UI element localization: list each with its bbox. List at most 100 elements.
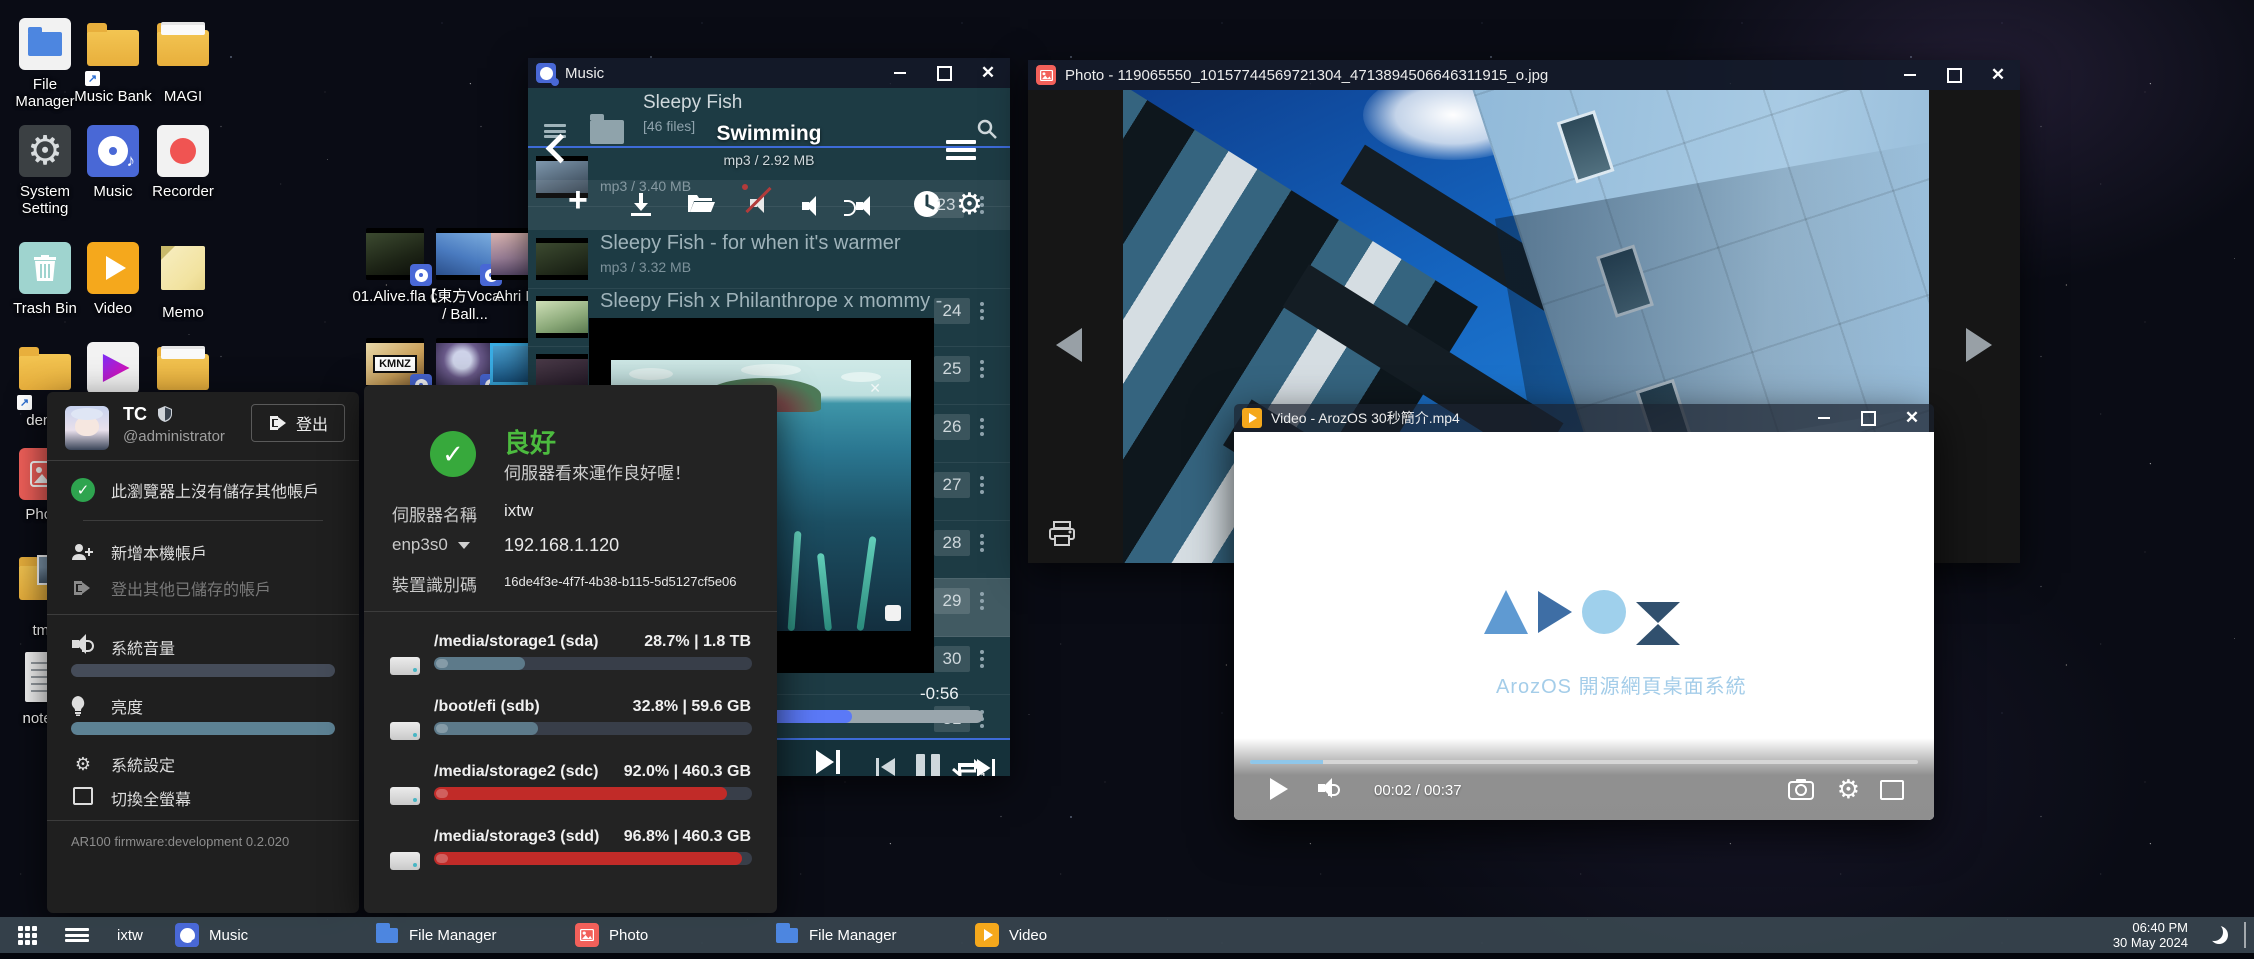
next-photo-arrow[interactable] (1966, 328, 1992, 362)
video-window-titlebar[interactable]: Video - ArozOS 30秒簡介.mp4 ✕ (1234, 404, 1934, 432)
file-manager-icon (375, 923, 399, 947)
ip-address: 192.168.1.120 (504, 535, 619, 556)
close-button[interactable]: ✕ (966, 58, 1010, 88)
person-plus-icon (71, 543, 95, 561)
photo-app-icon (1036, 65, 1056, 85)
task-file-manager-2[interactable]: File Manager (775, 917, 897, 953)
pause-icon[interactable] (916, 754, 940, 776)
bird-glyph: ✕ (869, 380, 881, 397)
night-mode-moon-icon[interactable] (2210, 926, 2228, 944)
skip-next2-icon[interactable] (977, 759, 995, 776)
device-id-value: 16de4f3e-4f7f-4b38-b115-5d5127cf5e06 (504, 574, 737, 589)
task-file-manager-1[interactable]: File Manager (375, 917, 497, 953)
server-status-panel: ✓ 良好 伺服器看來運作良好喔！ 伺服器名稱 ixtw enp3s0 192.1… (364, 385, 777, 913)
video-settings-gear-icon[interactable]: ⚙ (1837, 774, 1860, 805)
add-local-account[interactable]: 新增本機帳戶 (71, 540, 207, 564)
chevron-down-icon (458, 542, 470, 549)
music-app-icon (175, 923, 199, 947)
desktop: File Manager ↗ Music Bank MAGI ⚙ System … (0, 0, 2254, 959)
track-number-chip: 28 (934, 530, 970, 556)
logout-button[interactable]: 登出 (251, 404, 345, 442)
device-id-label: 裝置識別碼 (392, 571, 477, 596)
open-folder-icon[interactable] (686, 191, 716, 215)
volume-slider[interactable] (71, 664, 335, 677)
fullscreen-icon[interactable] (1880, 780, 1904, 800)
minimize-button[interactable] (1802, 404, 1846, 433)
row-menu-icon[interactable] (980, 476, 984, 494)
maximize-button[interactable] (922, 58, 966, 88)
video-controls: 00:02 / 00:37 ⚙ (1234, 738, 1934, 820)
row-menu-icon[interactable] (980, 418, 984, 436)
music-app-icon: ♪ (87, 125, 139, 177)
system-settings-item[interactable]: ⚙ 系統設定 (71, 752, 175, 776)
track-number-chip: 24 (934, 298, 970, 324)
video-app-icon (975, 923, 999, 947)
user-name: TC (123, 404, 172, 425)
speaker-icon (71, 634, 95, 659)
settings-gear-icon[interactable]: ⚙ (956, 187, 983, 222)
add-icon[interactable]: + (568, 181, 588, 220)
now-playing-meta: mp3 / 2.92 MB (528, 152, 1010, 168)
row-menu-icon[interactable] (980, 360, 984, 378)
task-video[interactable]: Video (975, 917, 1047, 953)
taskbar-menu-icon[interactable] (65, 928, 89, 942)
track-row[interactable]: Sleepy Fish - for when it's warmer mp3 /… (528, 230, 1010, 289)
maximize-button[interactable] (1932, 60, 1976, 90)
play-icon[interactable] (1270, 778, 1288, 800)
row-menu-icon[interactable] (980, 196, 984, 214)
shortcut-arrow-icon: ↗ (85, 71, 100, 86)
volume-icon[interactable] (1318, 778, 1340, 798)
bottom-strip (0, 953, 2254, 959)
video-time: 00:02 / 00:37 (1374, 782, 1462, 799)
row-menu-icon[interactable] (980, 592, 984, 610)
video-canvas[interactable]: ArozOS 開源網頁桌面系統 00:02 / 00:37 ⚙ (1234, 432, 1934, 820)
row-menu-icon[interactable] (980, 650, 984, 668)
music-window-titlebar[interactable]: Music ✕ (528, 58, 1010, 88)
logout-icon (268, 415, 286, 431)
minimize-button[interactable] (1888, 60, 1932, 90)
track-number-chip: 25 (934, 356, 970, 382)
photo-window-titlebar[interactable]: Photo - 119065550_10157744569721304_4713… (1028, 60, 2020, 90)
user-panel: TC @administrator 登出 ✓ 此瀏覽器上沒有儲存其他帳戶 新增本… (47, 392, 359, 913)
time-remaining: -0:56 (920, 684, 959, 704)
task-music[interactable]: Music (175, 917, 248, 953)
harddrive-icon (390, 657, 420, 675)
logout-saved-accounts[interactable]: 登出其他已儲存的帳戶 (71, 576, 271, 600)
track-number-chip: 29 (934, 588, 970, 614)
check-circle-icon: ✓ (71, 478, 95, 502)
user-avatar[interactable] (65, 406, 109, 450)
icon-label: MAGI (140, 88, 226, 105)
print-icon[interactable] (1048, 521, 1076, 547)
skip-previous-icon[interactable] (876, 758, 895, 776)
video-progress-bar[interactable] (1250, 760, 1918, 764)
bulb-icon (71, 696, 95, 716)
shield-icon (158, 406, 172, 422)
task-photo[interactable]: Photo (575, 917, 648, 953)
track-number-chip: 30 (934, 646, 970, 672)
video-app-icon (1242, 408, 1262, 428)
skip-next-icon[interactable] (816, 750, 840, 774)
window-title: Photo - 119065550_10157744569721304_4713… (1065, 67, 1548, 84)
minimize-button[interactable] (878, 58, 922, 88)
hostname: ixtw (117, 927, 143, 944)
close-button[interactable]: ✕ (1976, 60, 2020, 90)
row-menu-icon[interactable] (980, 302, 984, 320)
status-ok-icon: ✓ (430, 431, 476, 477)
previous-photo-arrow[interactable] (1056, 328, 1082, 362)
media-play-icon (87, 342, 139, 394)
maximize-button[interactable] (1846, 404, 1890, 433)
brightness-slider[interactable] (71, 722, 335, 735)
player-menu-icon[interactable] (946, 140, 976, 160)
snapshot-camera-icon[interactable] (1788, 778, 1814, 800)
interface-select[interactable]: enp3s0 (392, 535, 470, 555)
row-menu-icon[interactable] (980, 534, 984, 552)
desktop-icon-recorder[interactable]: Recorder (140, 125, 226, 200)
toggle-fullscreen-item[interactable]: 切換全螢幕 (71, 786, 191, 810)
clock[interactable]: 06:40 PM 30 May 2024 (2113, 917, 2188, 953)
desktop-icon-memo[interactable]: Memo (140, 242, 226, 321)
desktop-icon-magi[interactable]: MAGI (140, 18, 226, 105)
app-launcher-icon[interactable] (18, 926, 23, 931)
close-button[interactable]: ✕ (1890, 404, 1934, 433)
status-description: 伺服器看來運作良好喔！ (504, 459, 691, 484)
download-icon[interactable] (628, 191, 654, 217)
